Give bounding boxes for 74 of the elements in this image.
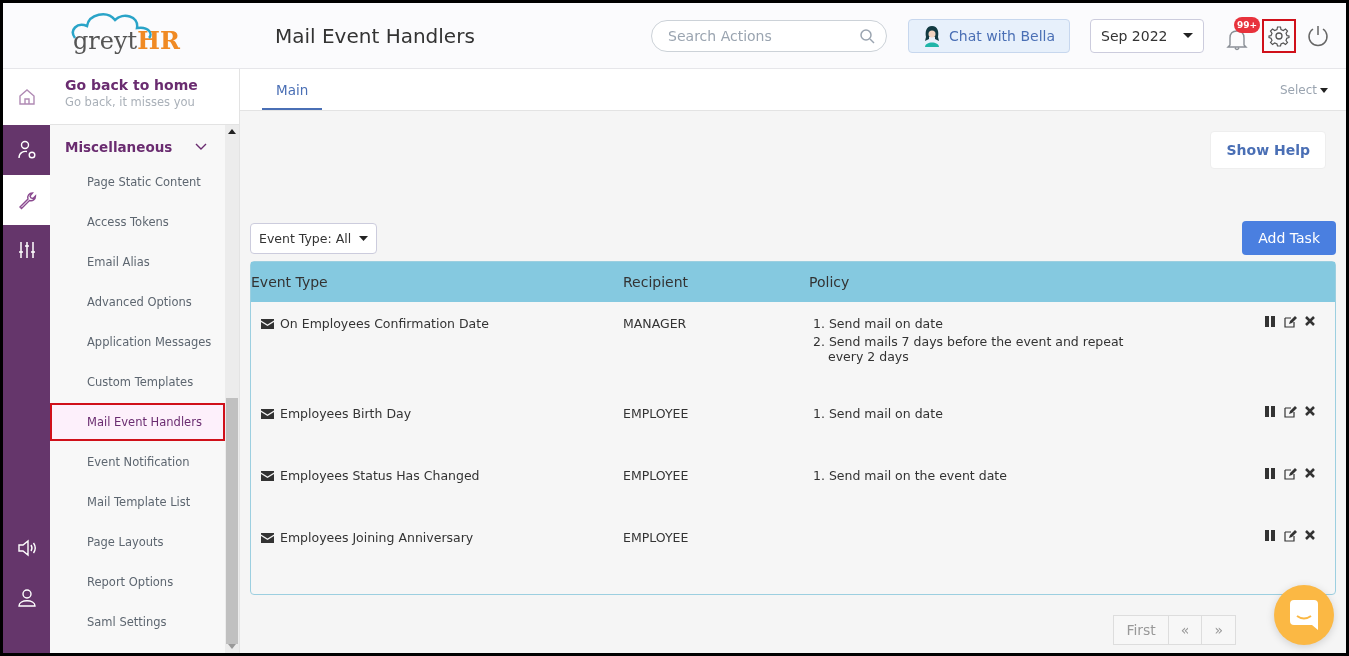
table-cell: Employees Birth Day <box>280 406 412 421</box>
caret-icon <box>1183 32 1193 39</box>
edit-icon[interactable] <box>1284 316 1297 328</box>
sidebar-item[interactable]: Mail Event Handlers <box>50 403 225 441</box>
notification-badge: 99+ <box>1234 16 1261 33</box>
table-cell-text: EMPLOYEE <box>623 468 690 483</box>
policy-item: 1. Send mail on date <box>813 406 944 421</box>
user-icon <box>15 587 38 609</box>
chevron-icon <box>195 143 207 151</box>
sidebar-item[interactable]: Page Static Content <box>50 163 225 201</box>
pause-icon[interactable] <box>1265 530 1276 541</box>
delete-icon[interactable] <box>1305 316 1315 326</box>
tab[interactable]: Main <box>262 82 323 110</box>
edit-icon[interactable] <box>1284 406 1297 418</box>
page-title: Mail Event Handlers <box>275 23 476 48</box>
home-link-title: Go back to home <box>65 77 199 93</box>
sidebar-item[interactable]: Email Alias <box>50 243 225 281</box>
policy-item: 1. Send mail on date <box>813 316 944 331</box>
envelope-icon <box>261 408 274 419</box>
settings-button[interactable] <box>1262 18 1296 53</box>
table-cell: Employees Status Has Changed <box>280 468 480 483</box>
add-task-button[interactable]: Add Task <box>1242 221 1336 255</box>
table-cell-text: EMPLOYEE <box>623 530 690 545</box>
chat-icon <box>1290 600 1318 630</box>
home-link-subtitle: Go back, it misses you <box>65 95 196 109</box>
sidebar-item[interactable]: Report Options <box>50 563 225 601</box>
section-header[interactable]: Miscellaneous <box>50 133 225 161</box>
table-cell-text: EMPLOYEE <box>623 406 690 421</box>
sidebar-item[interactable]: Event Notification <box>50 443 225 481</box>
event-type-filter[interactable]: Event Type: All <box>250 222 378 254</box>
column-header: Event Type <box>251 274 329 290</box>
table-cell: On Employees Confirmation Date <box>280 316 489 331</box>
pause-icon[interactable] <box>1265 468 1276 479</box>
envelope-icon <box>261 318 274 329</box>
policy-item: 2. Send mails 7 days before the event and repeat every 2 days <box>813 334 1125 364</box>
show-help-button[interactable]: Show Help <box>1210 131 1326 169</box>
envelope-icon <box>261 532 274 543</box>
chat-button[interactable]: Chat with Bella <box>908 18 1070 53</box>
search-icon <box>859 27 876 44</box>
user-gear-icon <box>15 139 38 161</box>
delete-icon[interactable] <box>1305 530 1315 540</box>
sidebar-item[interactable]: Access Tokens <box>50 203 225 241</box>
avatar-icon <box>923 24 942 47</box>
edit-icon[interactable] <box>1284 468 1297 480</box>
delete-icon[interactable] <box>1305 406 1315 416</box>
caret-icon <box>1320 87 1328 93</box>
period-dropdown[interactable]: Sep 2022 <box>1090 18 1204 53</box>
sidebar-item[interactable]: Application Messages <box>50 323 225 361</box>
sidebar-item[interactable]: Mail Template List <box>50 483 225 521</box>
sidebar-item[interactable]: Saml Settings <box>50 603 225 641</box>
sidebar-item[interactable]: Advanced Options <box>50 283 225 321</box>
sidebar-item[interactable]: Page Layouts <box>50 523 225 561</box>
pause-icon[interactable] <box>1265 406 1276 417</box>
delete-icon[interactable] <box>1305 468 1315 478</box>
logo-text: HR <box>137 26 180 55</box>
scroll-up-icon <box>228 129 236 134</box>
column-header: Recipient <box>623 274 690 290</box>
scrollbar-thumb[interactable] <box>226 398 238 644</box>
logo-text: greyt <box>73 27 138 55</box>
power-icon[interactable] <box>1306 23 1330 48</box>
pause-icon[interactable] <box>1265 316 1276 327</box>
policy-item: 1. Send mail on the event date <box>813 468 1008 483</box>
settings-icon <box>1268 24 1290 47</box>
table-cell: Employees Joining Anniversary <box>280 530 474 545</box>
scrollbar[interactable] <box>225 125 239 653</box>
home-link[interactable]: Go back to home Go back, it misses you <box>50 69 239 125</box>
edit-icon[interactable] <box>1284 530 1297 542</box>
envelope-icon <box>261 470 274 481</box>
search-field[interactable]: Search Actions <box>651 19 888 52</box>
caret-icon <box>359 235 369 241</box>
column-header: Policy <box>809 274 851 290</box>
sidebar-item[interactable]: Custom Templates <box>50 363 225 401</box>
speaker-icon <box>15 537 38 559</box>
table-cell-text: MANAGER <box>623 316 688 331</box>
